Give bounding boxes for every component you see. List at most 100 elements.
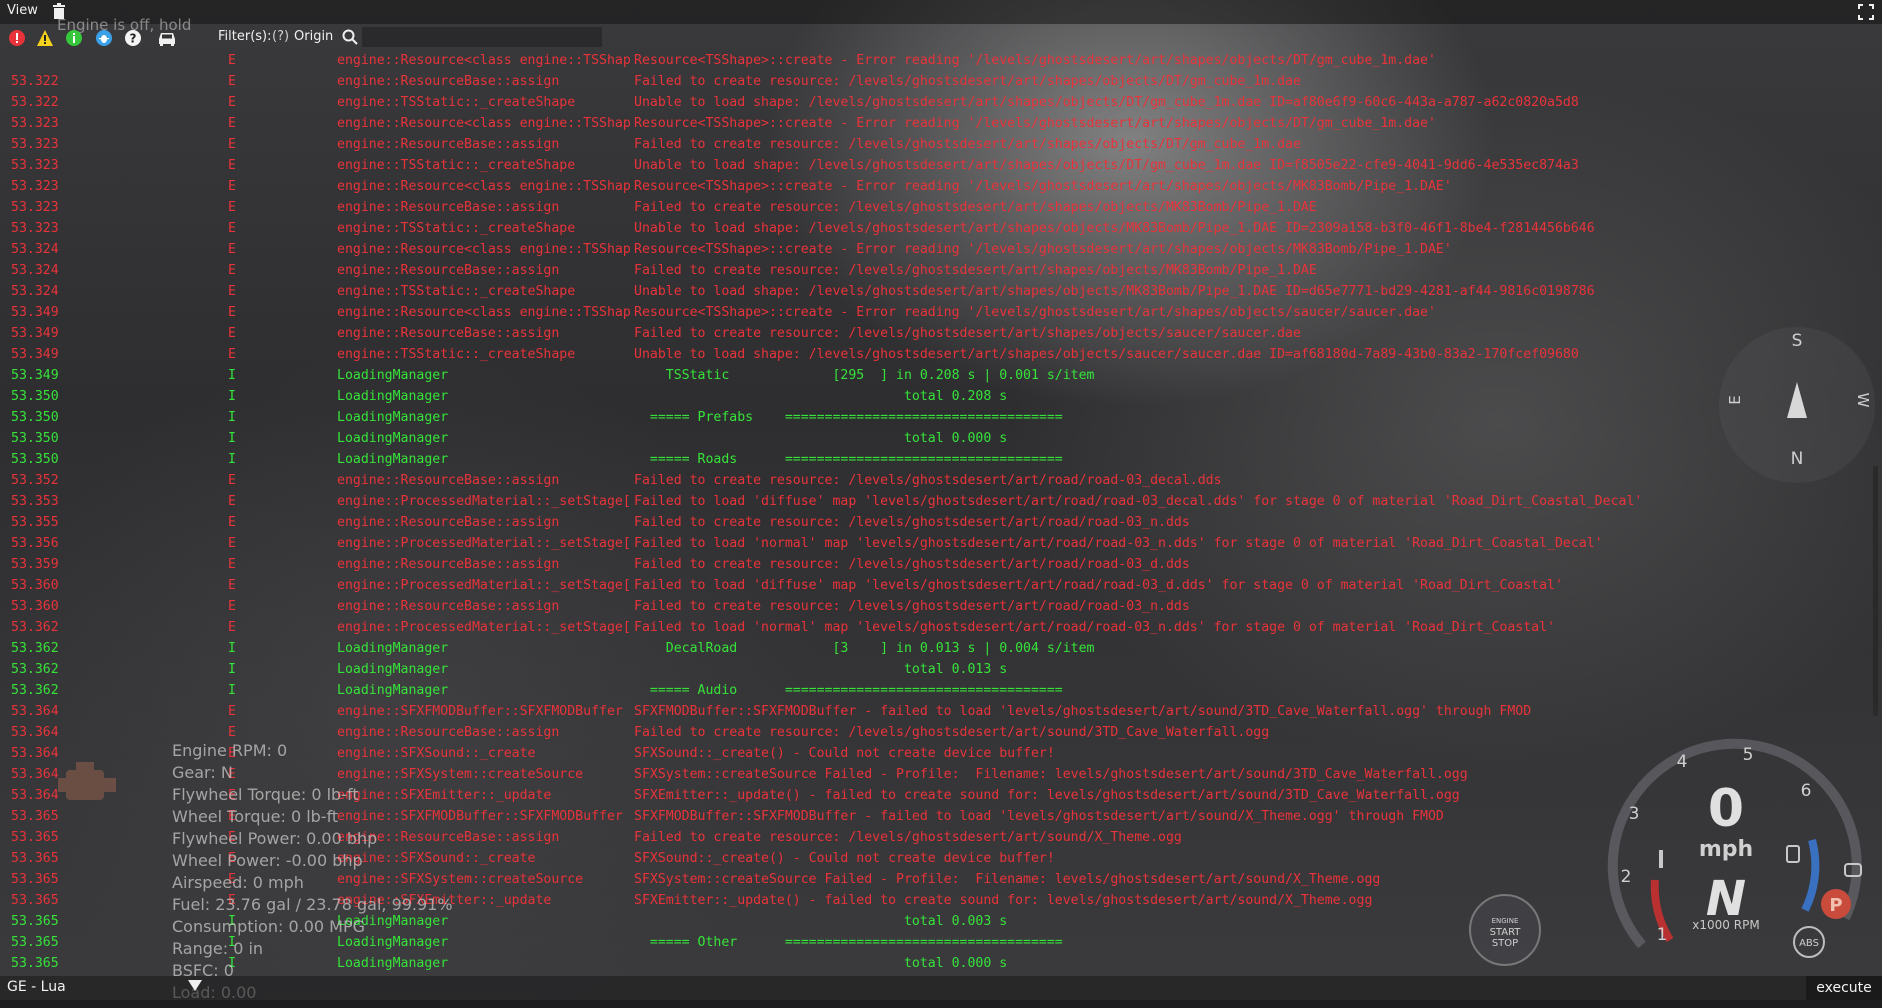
hud-line: Airspeed: 0 mph: [172, 873, 304, 892]
log-row[interactable]: 53.323 Eengine::TSStatic::_createShape Una…: [0, 155, 1864, 176]
compass-e: E: [1726, 395, 1744, 404]
log-time: 53.324: [11, 284, 59, 299]
log-row[interactable]: 53.362 I LoadingManager ===== Audio ======…: [0, 680, 1864, 701]
command-input[interactable]: [210, 978, 1804, 1000]
log-time: 53.350: [11, 410, 59, 425]
log-row[interactable]: 53.323 Eengine::TSStatic::_createShape Una…: [0, 218, 1864, 239]
log-message: Failed to create resource: /levels/ghost…: [634, 326, 1301, 341]
log-row[interactable]: 53.353 Eengine::ProcessedMaterial::_setSt…: [0, 491, 1864, 512]
log-origin: engine::ProcessedMaterial::_setStage[: [337, 536, 631, 551]
log-row[interactable]: 53.324 Eengine::Resource<class engine::TS…: [0, 239, 1864, 260]
abs-label: ABS: [1799, 938, 1819, 949]
log-time: 53.323: [11, 221, 59, 236]
log-origin: LoadingManager: [337, 683, 449, 698]
console-command-bar: GE - Lua execute: [0, 976, 1882, 1000]
log-message: SFXFMODBuffer::SFXFMODBuffer - failed to…: [634, 809, 1444, 824]
log-time: 53.362: [11, 620, 59, 635]
hud-line: Wheel Torque: 0 lb-ft: [172, 807, 339, 826]
log-message: total 0.013 s: [634, 662, 1008, 677]
park-brake-label: P: [1829, 895, 1842, 916]
chevron-down-icon[interactable]: [188, 980, 202, 991]
log-time: 53.364: [11, 725, 59, 740]
compass: S N E W: [1719, 327, 1875, 483]
log-row[interactable]: 53.362 I LoadingManager DecalRoad [3 ] in …: [0, 638, 1864, 659]
console-context-label[interactable]: GE - Lua: [7, 979, 66, 995]
log-row[interactable]: 53.364 Eengine::SFXFMODBuffer::SFXFMODBuf…: [0, 701, 1864, 722]
log-row[interactable]: 53.362 Eengine::ProcessedMaterial::_setSt…: [0, 617, 1864, 638]
log-level: E: [228, 704, 236, 719]
log-message: Failed to create resource: /levels/ghost…: [634, 557, 1190, 572]
log-row[interactable]: 53.355 Eengine::ResourceBase::assign Faile…: [0, 512, 1864, 533]
fullscreen-icon[interactable]: [1858, 4, 1874, 20]
log-row[interactable]: 53.323 Eengine::Resource<class engine::TS…: [0, 176, 1864, 197]
log-message: Unable to load shape: /levels/ghostsdese…: [634, 347, 1579, 362]
log-row[interactable]: 53.349 Eengine::Resource<class engine::TS…: [0, 302, 1864, 323]
log-time: 53.324: [11, 263, 59, 278]
log-row[interactable]: 53.362 I LoadingManager total 0.013 s: [0, 659, 1864, 680]
log-row[interactable]: 53.360 Eengine::ProcessedMaterial::_setSt…: [0, 575, 1864, 596]
svg-text:?: ?: [130, 32, 137, 46]
origin-filter-toggle[interactable]: Origin: [294, 29, 333, 44]
log-origin: engine::ResourceBase::assign: [337, 74, 560, 89]
execute-button[interactable]: execute: [1806, 976, 1882, 1000]
log-origin: engine::ResourceBase::assign: [337, 599, 560, 614]
log-row[interactable]: 53.324 Eengine::TSStatic::_createShape Una…: [0, 281, 1864, 302]
log-row[interactable]: 53.324 Eengine::ResourceBase::assign Faile…: [0, 260, 1864, 281]
log-scrollbar[interactable]: [1873, 466, 1878, 716]
log-row[interactable]: 53.322 Eengine::TSStatic::_createShape Una…: [0, 92, 1864, 113]
log-origin: engine::Resource<class engine::TSShap: [337, 53, 631, 68]
warning-filter-icon[interactable]: [36, 29, 54, 47]
log-row[interactable]: 53.359 Eengine::ResourceBase::assign Faile…: [0, 554, 1864, 575]
error-filter-icon[interactable]: [8, 29, 26, 47]
log-row[interactable]: 53.360 Eengine::ResourceBase::assign Faile…: [0, 596, 1864, 617]
log-row[interactable]: 53.349 Eengine::TSStatic::_createShape Una…: [0, 344, 1864, 365]
log-row[interactable]: 53.323 Eengine::Resource<class engine::TS…: [0, 113, 1864, 134]
bottom-strip: [0, 1000, 1882, 1008]
log-origin: LoadingManager: [337, 431, 449, 446]
filter-search-input[interactable]: [362, 27, 602, 47]
log-time: 53.324: [11, 242, 59, 257]
log-row[interactable]: Eengine::Resource<class engine::TSShap Re…: [0, 50, 1864, 71]
filter-help[interactable]: (?): [272, 29, 289, 44]
log-time: 53.364: [11, 704, 59, 719]
log-level: I: [228, 641, 236, 656]
log-row[interactable]: 53.323 Eengine::ResourceBase::assign Faile…: [0, 197, 1864, 218]
log-row[interactable]: 53.352 Eengine::ResourceBase::assign Faile…: [0, 470, 1864, 491]
log-origin: engine::TSStatic::_createShape: [337, 347, 576, 362]
log-origin: engine::TSStatic::_createShape: [337, 284, 576, 299]
log-row[interactable]: 53.350 I LoadingManager ===== Prefabs ====…: [0, 407, 1864, 428]
log-origin: engine::ResourceBase::assign: [337, 200, 560, 215]
log-level: E: [228, 599, 236, 614]
log-origin: engine::ProcessedMaterial::_setStage[: [337, 494, 631, 509]
hud-line: Range: 0 in: [172, 939, 264, 958]
log-message: SFXFMODBuffer::SFXFMODBuffer - failed to…: [634, 704, 1532, 719]
log-origin: LoadingManager: [337, 410, 449, 425]
log-message: Failed to create resource: /levels/ghost…: [634, 200, 1317, 215]
engine-icon: [58, 762, 116, 800]
log-time: 53.350: [11, 389, 59, 404]
log-time: 53.365: [11, 914, 59, 929]
log-level: E: [228, 95, 236, 110]
help-icon[interactable]: ?: [124, 29, 142, 47]
log-time: 53.350: [11, 431, 59, 446]
log-row[interactable]: 53.350 I LoadingManager total 0.000 s: [0, 428, 1864, 449]
info-filter-icon[interactable]: [65, 29, 83, 47]
engine-start-stop-button[interactable]: ENGINE START STOP: [1468, 893, 1542, 967]
log-row[interactable]: 53.356 Eengine::ProcessedMaterial::_setSt…: [0, 533, 1864, 554]
log-row[interactable]: 53.322 Eengine::ResourceBase::assign Faile…: [0, 71, 1864, 92]
hud-line: Flywheel Power: 0.00 bhp: [172, 829, 378, 848]
compass-n: N: [1791, 449, 1804, 469]
log-row[interactable]: 53.349 I LoadingManager TSStatic [295 ] in…: [0, 365, 1864, 386]
menu-view[interactable]: View: [7, 3, 38, 18]
log-message: Unable to load shape: /levels/ghostsdese…: [634, 95, 1579, 110]
log-origin: LoadingManager: [337, 368, 449, 383]
log-row[interactable]: 53.350 I LoadingManager ===== Roads ======…: [0, 449, 1864, 470]
log-row[interactable]: 53.323 Eengine::ResourceBase::assign Faile…: [0, 134, 1864, 155]
debug-filter-icon[interactable]: [95, 29, 113, 47]
log-row[interactable]: 53.349 Eengine::ResourceBase::assign Faile…: [0, 323, 1864, 344]
log-message: Failed to create resource: /levels/ghost…: [634, 74, 1301, 89]
vehicle-icon[interactable]: [156, 29, 178, 47]
log-row[interactable]: 53.350 I LoadingManager total 0.208 s: [0, 386, 1864, 407]
log-origin: engine::Resource<class engine::TSShap: [337, 116, 631, 131]
log-level: E: [228, 305, 236, 320]
